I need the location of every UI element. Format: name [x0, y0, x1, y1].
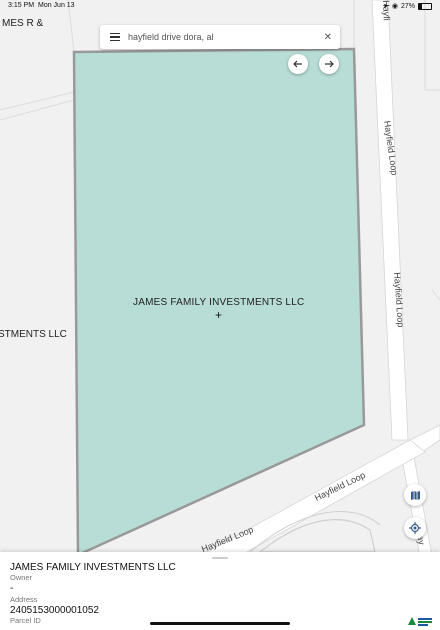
sheet-drag-handle[interactable]: [212, 557, 228, 559]
menu-icon[interactable]: [110, 33, 120, 41]
status-bar: 3:15 PM Mon Jun 13 ➤ ◉ 27%: [0, 0, 440, 12]
forward-button[interactable]: [319, 54, 339, 74]
locate-button[interactable]: [404, 517, 426, 539]
search-input[interactable]: hayfield drive dora, al: [128, 32, 324, 42]
wifi-icon: ◉: [391, 3, 398, 10]
owner-label: Owner: [10, 573, 33, 582]
status-time: 3:15 PM: [8, 2, 35, 9]
arrow-right-icon: [325, 60, 334, 68]
owner-value: JAMES FAMILY INVESTMENTS LLC: [10, 562, 176, 573]
map-label-owner-left: STMENTS LLC: [0, 329, 67, 340]
map-layers-button[interactable]: [404, 484, 426, 506]
address-value: -: [10, 583, 14, 594]
map-icon: [410, 490, 420, 500]
screen: MES R & STMENTS LLC Hayfield Loop Hayfie…: [0, 0, 440, 630]
locate-icon: [409, 522, 421, 534]
location-icon: ➤: [383, 3, 389, 10]
crosshair-icon: +: [215, 308, 223, 322]
search-bar[interactable]: hayfield drive dora, al ✕: [100, 25, 340, 49]
parcel-id-value: 2405153000001052: [10, 605, 99, 616]
arrow-left-icon: [293, 60, 302, 68]
map-label-owner-top-left: MES R &: [2, 18, 44, 29]
status-date: Mon Jun 13: [38, 2, 75, 9]
parcel-id-label: Parcel ID: [10, 616, 41, 625]
status-indicators: ➤ ◉ 27%: [383, 2, 432, 10]
battery-icon: [418, 2, 432, 10]
battery-percent: 27%: [400, 2, 415, 10]
back-button[interactable]: [288, 54, 308, 74]
mls-logo-icon: [406, 614, 434, 628]
parcel-name-label: JAMES FAMILY INVESTMENTS LLC: [133, 297, 305, 308]
close-icon[interactable]: ✕: [324, 32, 332, 43]
address-label: Address: [10, 595, 38, 604]
home-indicator[interactable]: [150, 622, 290, 625]
parcel-info-sheet[interactable]: JAMES FAMILY INVESTMENTS LLC Owner - Add…: [0, 552, 440, 630]
